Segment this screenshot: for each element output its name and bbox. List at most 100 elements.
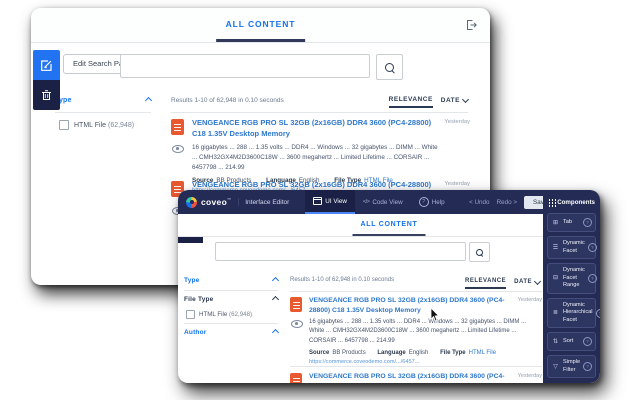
chevron-up-icon bbox=[145, 97, 152, 104]
results-divider bbox=[171, 112, 468, 113]
header-separator: | bbox=[237, 199, 239, 206]
component-dynamic-facet-range[interactable]: ⊟ Dynamic Facet Range ? bbox=[547, 263, 596, 294]
edit-toolbar bbox=[33, 50, 60, 110]
ui-view-icon bbox=[313, 197, 322, 205]
file-type-link[interactable]: HTML File bbox=[469, 350, 496, 356]
html-file-icon bbox=[290, 297, 302, 312]
results-summary: Results 1-10 of 62,948 in 0.10 seconds bbox=[290, 277, 394, 283]
html-file-icon bbox=[290, 373, 302, 383]
delete-page-button[interactable] bbox=[33, 80, 60, 110]
result-date: Yesterday bbox=[518, 373, 542, 379]
facet-file-type-header[interactable]: File Type bbox=[184, 296, 278, 303]
quick-view-icon[interactable] bbox=[291, 315, 303, 333]
tab-all-content[interactable]: ALL CONTENT bbox=[353, 214, 426, 236]
html-file-icon bbox=[171, 119, 184, 135]
component-dynamic-hierarchical-facet[interactable]: ≣ Dynamic Hierarchical Facet ? bbox=[547, 298, 596, 329]
result-date: Yesterday bbox=[444, 181, 470, 187]
tab-code-view[interactable]: </> Code View bbox=[355, 190, 411, 214]
result-excerpt: 16 gigabytes ... 288 ... 1.35 volts ... … bbox=[309, 318, 542, 346]
facet-value-html-file[interactable]: HTML File (62,948) bbox=[186, 310, 252, 319]
sort-date[interactable]: DATE bbox=[514, 279, 540, 289]
components-list: ⊞ Tab ? ☰ Dynamic Facet ? ⊟ Dynamic Face… bbox=[543, 213, 600, 378]
chevron-up-icon bbox=[272, 329, 279, 336]
component-tab[interactable]: ⊞ Tab ? bbox=[547, 213, 596, 232]
facet-divider bbox=[184, 323, 278, 324]
search-page-tab-bar: ALL CONTENT bbox=[31, 8, 490, 43]
code-view-icon: </> bbox=[363, 199, 369, 205]
coveo-logo-icon bbox=[186, 197, 197, 208]
dynamic-facet-range-icon: ⊟ bbox=[551, 275, 560, 281]
search-button[interactable] bbox=[376, 54, 403, 80]
screenshot-stage: ALL CONTENT Edit Search Page bbox=[0, 0, 640, 400]
view-switcher: UI View </> Code View ? Help bbox=[305, 190, 452, 214]
grid-icon bbox=[549, 199, 550, 201]
search-input[interactable] bbox=[120, 54, 370, 78]
components-header: Components bbox=[543, 190, 600, 213]
dynamic-hierarchical-facet-icon: ≣ bbox=[551, 310, 560, 316]
html-file-checkbox[interactable] bbox=[186, 310, 195, 319]
mouse-cursor bbox=[430, 308, 440, 322]
result-title[interactable]: VENGEANCE RGB PRO SL 32GB (2x16GB) DDR4 … bbox=[309, 372, 542, 383]
edit-page-button[interactable] bbox=[33, 50, 60, 80]
help-icon: ? bbox=[419, 197, 429, 207]
facet-value-html-file[interactable]: HTML File (62,948) bbox=[59, 120, 134, 130]
facet-type-header[interactable]: Type bbox=[184, 277, 278, 284]
component-simple-filter[interactable]: ▽ Simple Filter ? bbox=[547, 355, 596, 378]
undo-button[interactable]: < Undo bbox=[469, 199, 489, 206]
chevron-up-icon bbox=[272, 277, 279, 284]
tab-component-icon: ⊞ bbox=[551, 220, 560, 226]
sort-bar: RELEVANCE DATE bbox=[465, 278, 540, 289]
search-icon bbox=[476, 249, 483, 256]
result-title[interactable]: VENGEANCE RGB PRO SL 32GB (2x16GB) DDR4 … bbox=[192, 118, 470, 139]
sort-component-icon: ⇅ bbox=[551, 339, 560, 345]
components-title: Components bbox=[557, 199, 595, 206]
sort-relevance[interactable]: RELEVANCE bbox=[389, 96, 433, 108]
results-divider bbox=[290, 291, 542, 292]
component-help-icon[interactable]: ? bbox=[588, 243, 597, 252]
search-button[interactable] bbox=[469, 242, 490, 262]
facet-value-label: HTML File (62,948) bbox=[199, 311, 252, 318]
dynamic-facet-icon: ☰ bbox=[551, 245, 560, 251]
results-summary: Results 1-10 of 62,948 in 0.10 seconds bbox=[171, 97, 284, 104]
result-excerpt: 16 gigabytes ... 288 ... 1.35 volts ... … bbox=[192, 143, 470, 172]
component-help-icon[interactable]: ? bbox=[583, 362, 592, 371]
html-file-checkbox[interactable] bbox=[59, 120, 69, 130]
app-title: Interface Editor bbox=[245, 199, 289, 206]
simple-filter-icon: ▽ bbox=[551, 364, 560, 370]
component-help-icon[interactable]: ? bbox=[596, 309, 600, 318]
results-divider bbox=[290, 366, 542, 367]
facet-divider bbox=[184, 290, 278, 291]
facet-type-header[interactable]: Type bbox=[55, 97, 151, 104]
exit-icon[interactable] bbox=[465, 19, 477, 31]
redo-button[interactable]: Redo > bbox=[497, 199, 517, 206]
trash-icon bbox=[41, 89, 52, 101]
chevron-down-icon bbox=[462, 96, 469, 103]
component-sort[interactable]: ⇅ Sort ? bbox=[547, 332, 596, 351]
result-fields: SourceBB Products LanguageEnglish File T… bbox=[309, 350, 542, 356]
component-help-icon[interactable]: ? bbox=[583, 218, 592, 227]
sort-relevance[interactable]: RELEVANCE bbox=[465, 278, 506, 289]
editor-header: coveo™ | Interface Editor UI View </> Co… bbox=[178, 190, 600, 214]
sort-date[interactable]: DATE bbox=[441, 97, 468, 107]
result-title[interactable]: VENGEANCE RGB PRO SL 32GB (2x16GB) DDR4 … bbox=[309, 296, 542, 315]
result-date: Yesterday bbox=[518, 297, 542, 303]
components-panel: Components ⊞ Tab ? ☰ Dynamic Facet ? ⊟ D… bbox=[543, 190, 600, 383]
result-item: VENGEANCE RGB PRO SL 32GB (2x16GB) DDR4 … bbox=[290, 296, 542, 365]
chevron-up-icon bbox=[272, 296, 279, 303]
facet-divider bbox=[55, 112, 151, 113]
component-help-icon[interactable]: ? bbox=[583, 337, 592, 346]
interface-editor-window: coveo™ | Interface Editor UI View </> Co… bbox=[178, 190, 600, 383]
quick-view-icon[interactable] bbox=[172, 140, 184, 158]
tab-help[interactable]: ? Help bbox=[411, 190, 453, 214]
facet-author-header[interactable]: Author bbox=[184, 329, 278, 336]
editor-tab-bar: ALL CONTENT bbox=[178, 214, 543, 237]
result-url[interactable]: https://commerce.coveodemo.com/.../6457.… bbox=[309, 359, 542, 365]
tab-ui-view[interactable]: UI View bbox=[305, 190, 355, 214]
search-input[interactable] bbox=[215, 242, 466, 261]
component-dynamic-facet[interactable]: ☰ Dynamic Facet ? bbox=[547, 236, 596, 259]
sort-bar: RELEVANCE DATE bbox=[389, 96, 468, 108]
search-icon bbox=[385, 63, 394, 72]
brand-name: coveo™ bbox=[201, 197, 231, 207]
tab-all-content[interactable]: ALL CONTENT bbox=[216, 8, 306, 42]
component-help-icon[interactable]: ? bbox=[588, 274, 597, 283]
